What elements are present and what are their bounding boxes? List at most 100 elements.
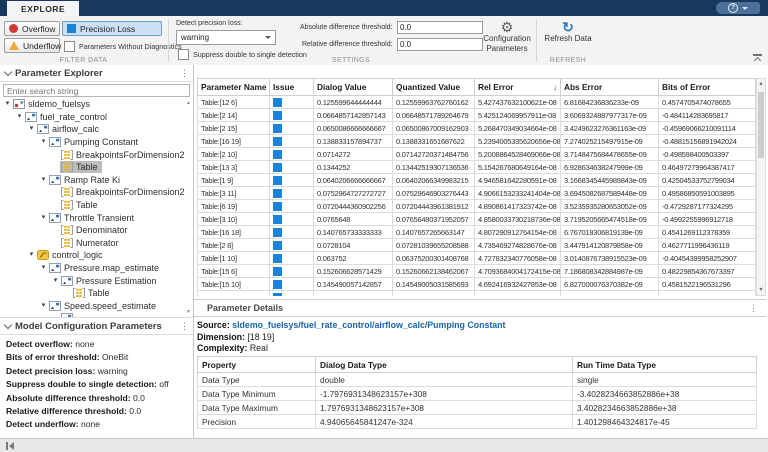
tree-expand-caret[interactable]: ▾	[51, 275, 60, 287]
table-cell: 5.154267680649164e-08	[474, 160, 561, 174]
table-row[interactable]: Table:[2 10] 0.0714272 0.07142720371484756…	[197, 147, 756, 161]
column-header-rel-error[interactable]: Rel Error ↓	[474, 78, 561, 96]
panel-menu-icon[interactable]: ⋮	[749, 303, 758, 314]
tree-item-speed-speed-estimate[interactable]: ▾ Speed.speed_estimate	[0, 300, 193, 313]
table-cell: 0.0664857142857143	[313, 108, 393, 122]
help-button[interactable]: ?	[716, 2, 760, 14]
tree-expand-caret[interactable]: ▾	[27, 249, 36, 261]
underflow-filter-button[interactable]: Underflow	[4, 38, 61, 53]
tree-item-ramp-rate-ki[interactable]: ▾ Ramp Rate Ki	[0, 174, 193, 187]
table-row[interactable]: Table:[15 10] 0.145490057142857 0.14549005…	[197, 277, 756, 291]
collapse-caret-icon[interactable]	[3, 67, 13, 77]
table-row[interactable]: Table:[12 6] 0.125599644444444 0.125599637…	[197, 95, 756, 109]
relative-threshold-input[interactable]	[397, 38, 483, 51]
tree-item-table[interactable]: Table	[0, 287, 193, 300]
table-cell: -0.48815156891942024	[658, 134, 756, 148]
tree-scrollbar[interactable]: ▲ ▼	[184, 98, 193, 317]
column-header-abs-error[interactable]: Abs Error	[560, 78, 659, 96]
configuration-parameters-button[interactable]: ⚙ Configuration Parameters	[480, 20, 534, 53]
tree-item-table[interactable]: Table	[0, 199, 193, 212]
tree-item-sldemo-fuelsys[interactable]: ▾ sldemo_fuelsys	[0, 98, 193, 111]
tree-item-partial[interactable]	[0, 312, 193, 317]
tree-item-pressure-map-estimate[interactable]: ▾ Pressure.map_estimate	[0, 262, 193, 275]
table-cell: 0.145490057142857	[313, 277, 393, 291]
tree-item-breakpointsfordimension2[interactable]: BreakpointsForDimension2	[0, 186, 193, 199]
prop-cell: double	[315, 372, 573, 387]
scroll-up-icon[interactable]: ▲	[757, 81, 765, 87]
table-cell: Table:[16 19]	[197, 134, 270, 148]
tree-item-airflow-calc[interactable]: ▾ airflow_calc	[0, 123, 193, 136]
table-row[interactable]: Table:[1 9] 0.0640206666666667 0.064020663…	[197, 173, 756, 187]
table-row[interactable]: Table:[15 6] 0.152606628571429 0.152606621…	[197, 264, 756, 278]
collapse-ribbon-button[interactable]	[753, 54, 762, 65]
column-header-issue[interactable]: Issue	[269, 78, 314, 96]
source-link[interactable]: sldemo_fuelsys/fuel_rate_control/airflow…	[232, 320, 505, 330]
panel-menu-icon[interactable]: ⋮	[180, 68, 189, 78]
collapse-caret-icon[interactable]	[3, 320, 13, 330]
table-row[interactable]: Table:[13 3] 0.1344252 0.13442519307136536…	[197, 160, 756, 174]
table-row[interactable]: Table:[3 11] 0.0752964727272727 0.07529646…	[197, 186, 756, 200]
table-scrollbar[interactable]: ▲ ▼	[756, 78, 766, 296]
table-cell	[474, 290, 561, 296]
column-header-bits-of-error[interactable]: Bits of Error	[658, 78, 756, 96]
tree-item-fuel-rate-control[interactable]: ▾ fuel_rate_control	[0, 111, 193, 124]
table-row-partial[interactable]	[197, 290, 756, 296]
tree-item-numerator[interactable]: Numerator	[0, 237, 193, 250]
tree-item-denominator[interactable]: Denominator	[0, 224, 193, 237]
tree-item-throttle-transient[interactable]: ▾ Throttle Transient	[0, 211, 193, 224]
absolute-threshold-input[interactable]	[397, 21, 483, 34]
tree-expand-caret[interactable]: ▾	[39, 174, 48, 186]
tree-expand-caret[interactable]: ▾	[39, 136, 48, 148]
table-row[interactable]: Table:[2 14] 0.0664857142857143 0.06648571…	[197, 108, 756, 122]
table-row[interactable]: Table:[2 8] 0.0728104 0.07281039655208588 4…	[197, 238, 756, 252]
panel-menu-icon[interactable]: ⋮	[180, 321, 189, 331]
table-cell: Table:[2 14]	[197, 108, 270, 122]
tree-item-label: fuel_rate_control	[40, 111, 108, 122]
tree-item-pressure-estimation[interactable]: ▾ Pressure Estimation	[0, 274, 193, 287]
tree-expand-caret[interactable]: ▾	[39, 262, 48, 274]
scroll-up-icon[interactable]: ▲	[184, 100, 193, 106]
table-row[interactable]: Table:[1 10] 0.063752 0.06375200301408768 4…	[197, 251, 756, 265]
table-cell: 3.5235935280653052e-09	[560, 199, 659, 213]
table-row[interactable]: Table:[16 18] 0.140765733333333 0.14076572…	[197, 225, 756, 239]
issue-cell	[269, 290, 314, 296]
table-row[interactable]: Table:[3 10] 0.0765648 0.07656480371952057…	[197, 212, 756, 226]
model-config-header[interactable]: Model Configuration Parameters ⋮	[0, 317, 193, 335]
table-cell: 3.0140876738915523e-09	[560, 251, 659, 265]
tree-item-table[interactable]: Table	[0, 161, 193, 174]
tree-expand-caret[interactable]: ▾	[39, 212, 48, 224]
scrollbar-thumb[interactable]	[758, 92, 764, 158]
refresh-data-button[interactable]: ↻ Refresh Data	[540, 20, 596, 44]
column-header-dialog-value[interactable]: Dialog Value	[313, 78, 393, 96]
parameter-explorer-header[interactable]: Parameter Explorer ⋮	[0, 65, 193, 82]
table-cell: 4.7093684004172415e-08	[474, 264, 561, 278]
tab-explore[interactable]: EXPLORE	[7, 1, 80, 16]
tree-expand-caret[interactable]: ▾	[15, 111, 24, 123]
table-row[interactable]: Table:[6 19] 0.0720444360902256 0.07204443…	[197, 199, 756, 213]
tree-item-breakpointsfordimension2[interactable]: BreakpointsForDimension2	[0, 148, 193, 161]
table-cell: -0.484114283695817	[658, 108, 756, 122]
precision-loss-filter-button[interactable]: Precision Loss	[62, 21, 162, 36]
table-cell: Table:[2 10]	[197, 147, 270, 161]
tree-expand-caret[interactable]: ▾	[27, 123, 36, 135]
table-row[interactable]: Table:[16 19] 0.138833157894737 0.13883316…	[197, 134, 756, 148]
scroll-down-icon[interactable]: ▼	[184, 309, 193, 315]
dock-left-icon[interactable]	[6, 441, 14, 450]
table-row[interactable]: Table:[2 15] 0.0650086666666667 0.06500867…	[197, 121, 756, 135]
scroll-down-icon[interactable]: ▼	[757, 287, 765, 293]
tree-expand-caret[interactable]: ▾	[3, 98, 12, 110]
precision-loss-issue-icon	[273, 227, 282, 237]
detect-precision-loss-dropdown[interactable]: warning	[176, 30, 276, 45]
subsystem-icon	[61, 275, 73, 286]
overflow-filter-button[interactable]: Overflow	[4, 21, 60, 36]
column-header-parameter-name[interactable]: Parameter Name	[197, 78, 270, 96]
tree-item-control-logic[interactable]: ▾ control_logic	[0, 249, 193, 262]
table-cell	[197, 290, 270, 296]
column-header-quantized-value[interactable]: Quantized Value	[392, 78, 475, 96]
search-input[interactable]	[3, 84, 190, 97]
params-without-diagnostics-checkbox[interactable]: Parameters Without Diagnostics	[64, 41, 182, 52]
tree-expand-caret[interactable]: ▾	[39, 300, 48, 312]
table-cell: Table:[16 18]	[197, 225, 270, 239]
tree-item-pumping-constant[interactable]: ▾ Pumping Constant	[0, 136, 193, 149]
table-cell: 0.48229854367673397	[658, 264, 756, 278]
